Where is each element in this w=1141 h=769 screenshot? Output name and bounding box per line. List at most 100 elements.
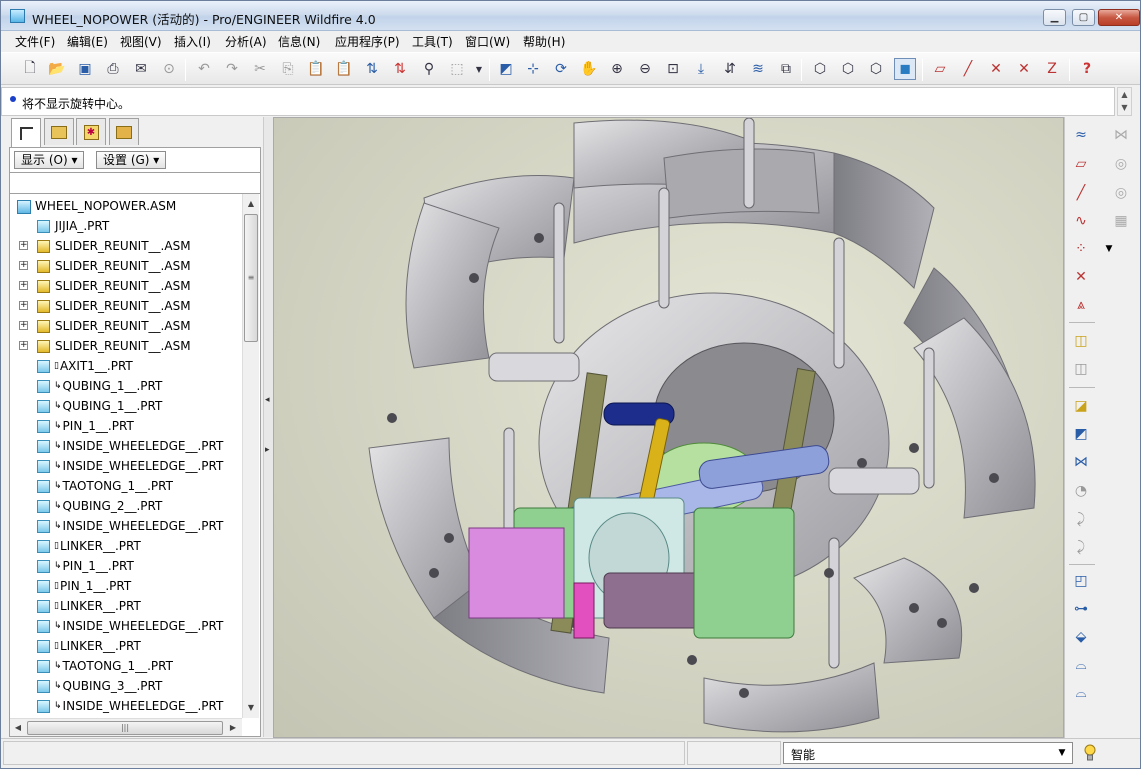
assemble-component-icon[interactable]: ◫: [1069, 329, 1093, 353]
wireframe-icon[interactable]: ⬡: [809, 58, 831, 80]
package-component-icon[interactable]: ◪: [1069, 394, 1093, 418]
sketch-icon[interactable]: ≈: [1069, 123, 1093, 147]
tree-row-root[interactable]: WHEEL_NOPOWER.ASM: [10, 196, 242, 216]
tree-row[interactable]: ↳QUBING_3__.PRT: [10, 676, 242, 696]
regenerate-manager-icon[interactable]: ⇅: [389, 58, 411, 80]
menu-window[interactable]: 窗口(W): [465, 33, 510, 50]
send-link-icon[interactable]: ⊙: [158, 58, 180, 80]
maximize-button[interactable]: ▢: [1072, 9, 1095, 26]
redo-icon[interactable]: ↷: [221, 58, 243, 80]
tree-row[interactable]: ↳INSIDE_WHEELEDGE__.PRT: [10, 696, 242, 716]
intersect-tool-icon[interactable]: ◎: [1109, 181, 1133, 205]
title-bar[interactable]: WHEEL_NOPOWER (活动的) - Pro/ENGINEER Wildf…: [1, 1, 1140, 31]
message-scrollbar[interactable]: ▲ ▼: [1117, 87, 1132, 116]
datum-axes-icon[interactable]: ╱: [957, 58, 979, 80]
tab-model-tree[interactable]: [11, 118, 41, 147]
shading-icon[interactable]: ◼: [894, 58, 916, 80]
tab-folder-browser[interactable]: [44, 118, 74, 145]
tree-row[interactable]: + SLIDER_REUNIT__.ASM: [10, 256, 242, 276]
show-dropdown-button[interactable]: 显示 (O) ▾: [14, 151, 85, 169]
expand-icon[interactable]: +: [19, 281, 28, 290]
expand-icon[interactable]: +: [19, 341, 28, 350]
revolve-icon[interactable]: ◔: [1069, 479, 1093, 503]
lightbulb-icon[interactable]: [1083, 743, 1097, 763]
tree-row[interactable]: + SLIDER_REUNIT__.ASM: [10, 316, 242, 336]
tree-row[interactable]: + SLIDER_REUNIT__.ASM: [10, 236, 242, 256]
pattern-tool-icon[interactable]: ▦: [1109, 209, 1133, 233]
tree-row[interactable]: ↳QUBING_2__.PRT: [10, 496, 242, 516]
tree-vertical-scrollbar[interactable]: ▲ ≡ ▼: [242, 194, 259, 718]
tree-row[interactable]: + SLIDER_REUNIT__.ASM: [10, 276, 242, 296]
repaint-icon[interactable]: ◩: [495, 58, 517, 80]
datum-more-dropdown-icon[interactable]: ▼: [1097, 237, 1121, 261]
find-icon[interactable]: ⚲: [418, 58, 440, 80]
collapse-left-icon[interactable]: ◂: [265, 395, 273, 405]
copy-icon[interactable]: ⎘: [277, 58, 299, 80]
tree-row[interactable]: ↳QUBING_1__.PRT: [10, 396, 242, 416]
menu-info[interactable]: 信息(N): [278, 33, 320, 50]
tree-row[interactable]: ↳TAOTONG_1__.PRT: [10, 656, 242, 676]
no-hidden-icon[interactable]: ⬡: [865, 58, 887, 80]
expand-icon[interactable]: +: [19, 261, 28, 270]
tree-row[interactable]: + SLIDER_REUNIT__.ASM: [10, 336, 242, 356]
scroll-right-icon[interactable]: ▶: [225, 720, 241, 736]
tree-row[interactable]: ▯LINKER__.PRT: [10, 596, 242, 616]
tree-row[interactable]: ↳INSIDE_WHEELEDGE__.PRT: [10, 456, 242, 476]
tree-row[interactable]: ↳INSIDE_WHEELEDGE__.PRT: [10, 516, 242, 536]
tree-row[interactable]: ▯AXIT1__.PRT: [10, 356, 242, 376]
datum-axis-tool-icon[interactable]: ╱: [1069, 181, 1093, 205]
graphics-window[interactable]: [273, 117, 1064, 738]
create-component-icon[interactable]: ◫: [1069, 357, 1093, 381]
analysis-feature-icon[interactable]: ⩓: [1069, 293, 1093, 317]
send-mail-icon[interactable]: ✉: [130, 58, 152, 80]
scroll-left-icon[interactable]: ◀: [10, 720, 26, 736]
tab-connections[interactable]: [109, 118, 139, 145]
open-file-icon[interactable]: 📂: [46, 58, 68, 80]
minimize-button[interactable]: ▁: [1043, 9, 1066, 26]
expand-icon[interactable]: +: [19, 321, 28, 330]
datum-plane-tool-icon[interactable]: ▱: [1069, 152, 1093, 176]
datum-curve-icon[interactable]: ∿: [1069, 209, 1093, 233]
saved-views-icon[interactable]: ⇵: [719, 58, 741, 80]
hole-icon[interactable]: ◰: [1069, 569, 1093, 593]
menu-help[interactable]: 帮助(H): [523, 33, 565, 50]
reorient-icon[interactable]: ⤓: [690, 58, 712, 80]
datum-planes-icon[interactable]: ▱: [929, 58, 951, 80]
tree-row[interactable]: ↳TAOTONG_1__.PRT: [10, 476, 242, 496]
print-icon[interactable]: ⎙: [102, 58, 124, 80]
tree-row[interactable]: ▯PIN_1__.PRT: [10, 576, 242, 596]
new-file-icon[interactable]: 🗋: [19, 58, 41, 80]
regenerate-icon[interactable]: ⇅: [361, 58, 383, 80]
tree-horizontal-scroll-thumb[interactable]: |||: [27, 721, 223, 735]
menu-file[interactable]: 文件(F): [15, 33, 55, 50]
menu-applications[interactable]: 应用程序(P): [335, 33, 400, 50]
tree-row[interactable]: ↳PIN_1__.PRT: [10, 556, 242, 576]
settings-dropdown-button[interactable]: 设置 (G) ▾: [96, 151, 167, 169]
surface-icon[interactable]: ⌓: [1069, 653, 1093, 677]
datum-point-tool-icon[interactable]: ⁘: [1069, 237, 1093, 261]
paste-icon[interactable]: 📋: [305, 58, 327, 80]
pan-hand-icon[interactable]: ✋: [578, 58, 600, 80]
layers-icon[interactable]: ≋: [747, 58, 769, 80]
tree-row[interactable]: + SLIDER_REUNIT__.ASM: [10, 296, 242, 316]
view-manager-icon[interactable]: ⧉: [775, 58, 797, 80]
tree-horizontal-scrollbar[interactable]: ◀ ||| ▶: [10, 718, 242, 736]
menu-insert[interactable]: 插入(I): [174, 33, 211, 50]
datum-points-icon[interactable]: ✕: [985, 58, 1007, 80]
spin-center-icon[interactable]: ⊹: [522, 58, 544, 80]
expand-icon[interactable]: +: [19, 241, 28, 250]
tree-vertical-scroll-thumb[interactable]: ≡: [244, 214, 258, 342]
menu-edit[interactable]: 编辑(E): [67, 33, 108, 50]
select-box-icon[interactable]: ⬚: [446, 58, 468, 80]
mirror-component-icon[interactable]: ⋈: [1069, 450, 1093, 474]
context-help-icon[interactable]: ?: [1076, 58, 1098, 80]
fill-icon[interactable]: ⌓: [1069, 681, 1093, 705]
round-icon[interactable]: ⊶: [1069, 597, 1093, 621]
close-button[interactable]: ✕: [1098, 9, 1140, 26]
tree-row[interactable]: ↳QUBING_1__.PRT: [10, 376, 242, 396]
tree-row[interactable]: ▯LINKER__.PRT: [10, 536, 242, 556]
tree-row[interactable]: ↳INSIDE_WHEELEDGE__.PRT: [10, 436, 242, 456]
paste-special-icon[interactable]: 📋: [333, 58, 355, 80]
menu-tools[interactable]: 工具(T): [412, 33, 453, 50]
tree-row[interactable]: JIJIA_.PRT: [10, 216, 242, 236]
